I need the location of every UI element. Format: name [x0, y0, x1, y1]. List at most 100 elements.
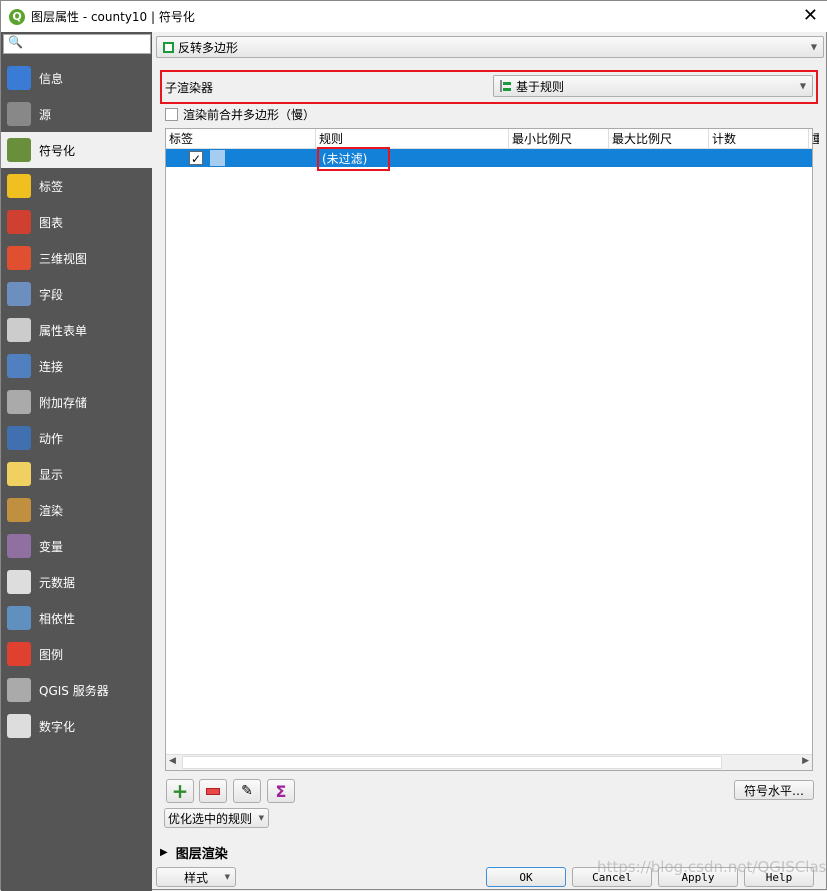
sidebar-item-rendering[interactable]: 渲染 [1, 492, 152, 528]
sidebar-item-joins[interactable]: 连接 [1, 348, 152, 384]
sidebar-item-label: 相依性 [39, 611, 76, 626]
add-rule-button[interactable]: + [166, 779, 194, 803]
column-header-count[interactable]: 计数 [709, 129, 809, 149]
attributes-form-icon [7, 318, 31, 342]
chevron-down-icon: ▼ [799, 81, 806, 91]
sidebar-item-label: 图例 [39, 647, 64, 662]
sidebar-item-labels[interactable]: 标签 [1, 168, 152, 204]
sub-renderer-select[interactable]: 基于规则 ▼ [493, 75, 813, 97]
sidebar-item-metadata[interactable]: 元数据 [1, 564, 152, 600]
sidebar-item-label: 符号化 [39, 143, 76, 158]
sidebar-item-label: 附加存储 [39, 395, 88, 410]
auxiliary-storage-icon [7, 390, 31, 414]
sidebar-item-actions[interactable]: 动作 [1, 420, 152, 456]
dependencies-icon [7, 606, 31, 630]
renderer-select[interactable]: 反转多边形 ▼ [156, 36, 824, 58]
sidebar-item-info[interactable]: 信息 [1, 60, 152, 96]
highlight-box [317, 147, 390, 171]
sidebar-item-digitizing[interactable]: 数字化 [1, 708, 152, 744]
style-label: 样式 [183, 870, 208, 885]
scrollbar-thumb[interactable] [182, 756, 722, 769]
inverted-polygon-icon [163, 41, 174, 53]
scroll-right-icon[interactable]: ▶ [802, 756, 809, 766]
symbol-swatch [210, 150, 225, 166]
count-features-button[interactable]: Σ [267, 779, 295, 803]
edit-rule-icon: ✎ [241, 783, 253, 799]
layer-rendering-section[interactable]: ▶ 图层渲染 [160, 843, 228, 862]
sidebar-item-display[interactable]: 显示 [1, 456, 152, 492]
variables-icon [7, 534, 31, 558]
metadata-icon [7, 570, 31, 594]
ok-button[interactable]: OK [486, 867, 566, 887]
chevron-down-icon: ▼ [224, 873, 230, 881]
scroll-left-icon[interactable]: ◀ [169, 756, 176, 766]
sidebar-item-diagram[interactable]: 图表 [1, 204, 152, 240]
merge-polygons-label: 渲染前合并多边形（慢） [183, 108, 316, 122]
sidebar-item-variables[interactable]: 变量 [1, 528, 152, 564]
merge-polygons-checkbox[interactable]: 渲染前合并多边形（慢） [165, 106, 315, 123]
table-row[interactable]: ✓ (未过滤) [166, 149, 812, 167]
legend-icon [7, 642, 31, 666]
edit-rule-button[interactable]: ✎ [233, 779, 261, 803]
column-header-max-scale[interactable]: 最大比例尺 [609, 129, 709, 149]
sidebar-item-label: 属性表单 [39, 323, 88, 338]
info-icon [7, 66, 31, 90]
column-header-label[interactable]: 标签 [166, 129, 316, 149]
table-header: 标签 规则 最小比例尺 最大比例尺 计数 重 [166, 129, 819, 149]
sidebar-item-label: 显示 [39, 467, 64, 482]
sidebar-item-label: 信息 [39, 71, 64, 86]
sidebar-item-source[interactable]: 源 [1, 96, 152, 132]
add-rule-icon: + [171, 779, 189, 803]
rule-based-icon [500, 80, 511, 92]
remove-rule-button[interactable] [199, 779, 227, 803]
style-button[interactable]: 样式 ▼ [156, 867, 236, 887]
joins-icon [7, 354, 31, 378]
3d-view-icon [7, 246, 31, 270]
window-title: 图层属性 - county10 | 符号化 [31, 10, 195, 24]
sub-renderer-value: 基于规则 [516, 79, 565, 94]
labels-icon [7, 174, 31, 198]
refine-rules-button[interactable]: 优化选中的规则 ▼ [164, 808, 269, 828]
qgis-server-icon [7, 678, 31, 702]
digitizing-icon [7, 714, 31, 738]
chevron-down-icon: ▼ [810, 42, 817, 52]
rules-table: 标签 规则 最小比例尺 最大比例尺 计数 重 ✓ (未过滤) ◀ ▶ [165, 128, 819, 771]
column-header-min-scale[interactable]: 最小比例尺 [509, 129, 609, 149]
rendering-icon [7, 498, 31, 522]
column-header-duplicate[interactable]: 重 [809, 129, 819, 149]
sidebar-item-fields[interactable]: 字段 [1, 276, 152, 312]
sidebar-item-label: 动作 [39, 431, 64, 446]
close-icon[interactable]: ✕ [803, 5, 818, 26]
sidebar-item-legend[interactable]: 图例 [1, 636, 152, 672]
symbology-icon [7, 138, 31, 162]
expand-arrow-icon: ▶ [160, 847, 168, 858]
title-bar: Q 图层属性 - county10 | 符号化 ✕ [1, 1, 827, 32]
sidebar-item-label: QGIS 服务器 [39, 683, 109, 698]
watermark: https://blog.csdn.net/QGISClass [597, 858, 827, 876]
diagram-icon [7, 210, 31, 234]
horizontal-scrollbar[interactable]: ◀ ▶ [166, 754, 812, 770]
refine-rules-label: 优化选中的规则 [168, 811, 253, 826]
sidebar-item-label: 连接 [39, 359, 64, 374]
sidebar-item-label: 数字化 [39, 719, 76, 734]
sidebar-item-auxiliary-storage[interactable]: 附加存储 [1, 384, 152, 420]
sidebar-item-label: 变量 [39, 539, 64, 554]
sidebar-item-label: 图表 [39, 215, 64, 230]
sigma-icon: Σ [275, 781, 287, 801]
layer-rendering-label: 图层渲染 [175, 847, 228, 862]
actions-icon [7, 426, 31, 450]
sidebar-search-input[interactable]: 🔍 [3, 34, 151, 54]
sidebar-item-label: 标签 [39, 179, 64, 194]
checkbox-box[interactable] [165, 108, 178, 121]
column-header-rule[interactable]: 规则 [316, 129, 509, 149]
sub-renderer-label: 子渲染器 [165, 81, 214, 95]
sidebar-item-qgis-server[interactable]: QGIS 服务器 [1, 672, 152, 708]
rule-checkbox[interactable]: ✓ [189, 151, 203, 166]
symbol-levels-button[interactable]: 符号水平… [734, 780, 814, 800]
qgis-logo-icon: Q [9, 8, 25, 25]
sidebar-item-symbology[interactable]: 符号化 [1, 132, 152, 168]
sidebar-item-dependencies[interactable]: 相依性 [1, 600, 152, 636]
sidebar-item-attributes-form[interactable]: 属性表单 [1, 312, 152, 348]
sidebar: 🔍 信息源符号化标签图表三维视图 字段属性表单连接附加存储动作显示渲染变量元数据相… [1, 32, 152, 891]
sidebar-item-3d-view[interactable]: 三维视图 [1, 240, 152, 276]
